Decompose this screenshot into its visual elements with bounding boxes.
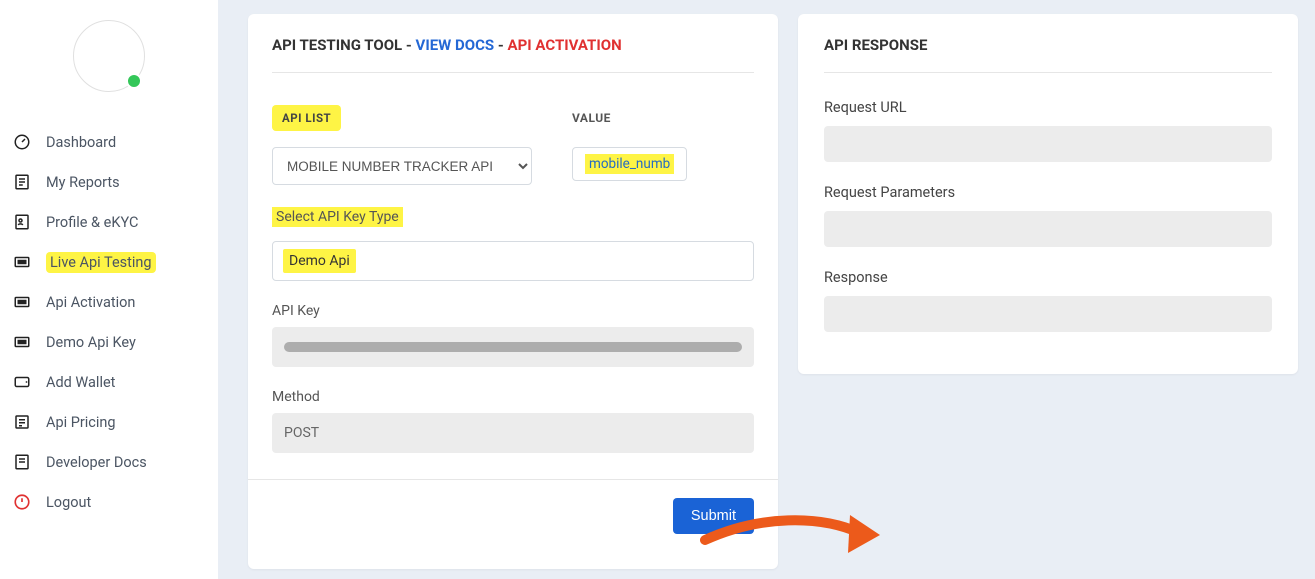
main-area: API TESTING TOOL - VIEW DOCS - API ACTIV…: [218, 0, 1315, 579]
api-key-redacted: [284, 342, 742, 352]
docs-icon: [12, 452, 32, 472]
sidebar-item-profile-ekyc[interactable]: Profile & eKYC: [12, 202, 210, 242]
pricing-icon: [12, 412, 32, 432]
sidebar-item-label: Api Activation: [46, 294, 135, 311]
api-key-label: API Key: [272, 303, 754, 319]
request-params-label: Request Parameters: [824, 184, 1272, 201]
sidebar-item-dashboard[interactable]: Dashboard: [12, 122, 210, 162]
sidebar-item-label: Dashboard: [46, 134, 116, 151]
avatar-wrap: [0, 10, 218, 122]
sidebar-item-label: My Reports: [46, 174, 120, 191]
sep: -: [402, 36, 415, 54]
avatar[interactable]: [73, 20, 145, 92]
submit-row: Submit: [248, 480, 778, 534]
sidebar-item-logout[interactable]: Logout: [12, 482, 210, 522]
gauge-icon: [12, 132, 32, 152]
request-url-box: [824, 126, 1272, 162]
api-key-input[interactable]: [272, 327, 754, 367]
request-params-box: [824, 211, 1272, 247]
api-list-select[interactable]: MOBILE NUMBER TRACKER API: [272, 147, 532, 185]
view-docs-link[interactable]: VIEW DOCS: [416, 36, 495, 54]
response-label: Response: [824, 269, 1272, 286]
api-activation-link[interactable]: API ACTIVATION: [508, 36, 622, 54]
submit-button[interactable]: Submit: [673, 498, 754, 534]
sidebar-item-my-reports[interactable]: My Reports: [12, 162, 210, 202]
sep: -: [494, 36, 507, 54]
profile-icon: [12, 212, 32, 232]
sidebar-item-demo-api-key[interactable]: Demo Api Key: [12, 322, 210, 362]
field-key-type: Select API Key Type Demo Api: [272, 207, 754, 281]
sidebar-item-add-wallet[interactable]: Add Wallet: [12, 362, 210, 402]
block-response: Response: [824, 269, 1272, 332]
value-chip-text: mobile_numb: [585, 154, 674, 174]
form-body: API LIST MOBILE NUMBER TRACKER API VALUE…: [248, 77, 778, 453]
key-type-selected: Demo Api: [283, 249, 356, 273]
sidebar-item-label: Developer Docs: [46, 454, 147, 471]
reports-icon: [12, 172, 32, 192]
title-prefix: API TESTING TOOL: [272, 36, 402, 54]
sidebar-item-label: Api Pricing: [46, 414, 116, 431]
sidebar-item-label: Live Api Testing: [46, 252, 156, 273]
api-icon: [12, 332, 32, 352]
method-label: Method: [272, 389, 754, 405]
method-value: POST: [284, 425, 319, 441]
sidebar-item-live-api-testing[interactable]: Live Api Testing: [12, 242, 210, 282]
sidebar-menu: Dashboard My Reports Profile & eKYC Live…: [0, 122, 218, 522]
card-header: API TESTING TOOL - VIEW DOCS - API ACTIV…: [248, 14, 778, 77]
sidebar-item-api-pricing[interactable]: Api Pricing: [12, 402, 210, 442]
field-api-key: API Key: [272, 303, 754, 367]
sidebar-item-label: Logout: [46, 494, 91, 511]
select-key-type-label: Select API Key Type: [272, 207, 403, 227]
api-response-card: API RESPONSE Request URL Request Paramet…: [798, 14, 1298, 374]
sidebar-item-label: Profile & eKYC: [46, 214, 138, 231]
card-title: API TESTING TOOL - VIEW DOCS - API ACTIV…: [272, 36, 754, 73]
api-list-label: API LIST: [272, 105, 341, 131]
sidebar-item-api-activation[interactable]: Api Activation: [12, 282, 210, 322]
api-testing-card: API TESTING TOOL - VIEW DOCS - API ACTIV…: [248, 14, 778, 569]
block-request-url: Request URL: [824, 99, 1272, 162]
power-icon: [12, 492, 32, 512]
sidebar: Dashboard My Reports Profile & eKYC Live…: [0, 0, 218, 579]
response-title: API RESPONSE: [824, 36, 1272, 73]
api-icon: [12, 252, 32, 272]
block-request-params: Request Parameters: [824, 184, 1272, 247]
key-type-select[interactable]: Demo Api: [272, 241, 754, 281]
request-url-label: Request URL: [824, 99, 1272, 116]
value-chip: mobile_numb: [572, 147, 687, 181]
sidebar-item-label: Demo Api Key: [46, 334, 136, 351]
field-method: Method POST: [272, 389, 754, 453]
row-api-list-value: API LIST MOBILE NUMBER TRACKER API VALUE…: [272, 105, 754, 185]
wallet-icon: [12, 372, 32, 392]
sidebar-item-label: Add Wallet: [46, 374, 115, 391]
method-input: POST: [272, 413, 754, 453]
sidebar-item-developer-docs[interactable]: Developer Docs: [12, 442, 210, 482]
value-label: VALUE: [572, 105, 712, 131]
api-icon: [12, 292, 32, 312]
response-box: [824, 296, 1272, 332]
